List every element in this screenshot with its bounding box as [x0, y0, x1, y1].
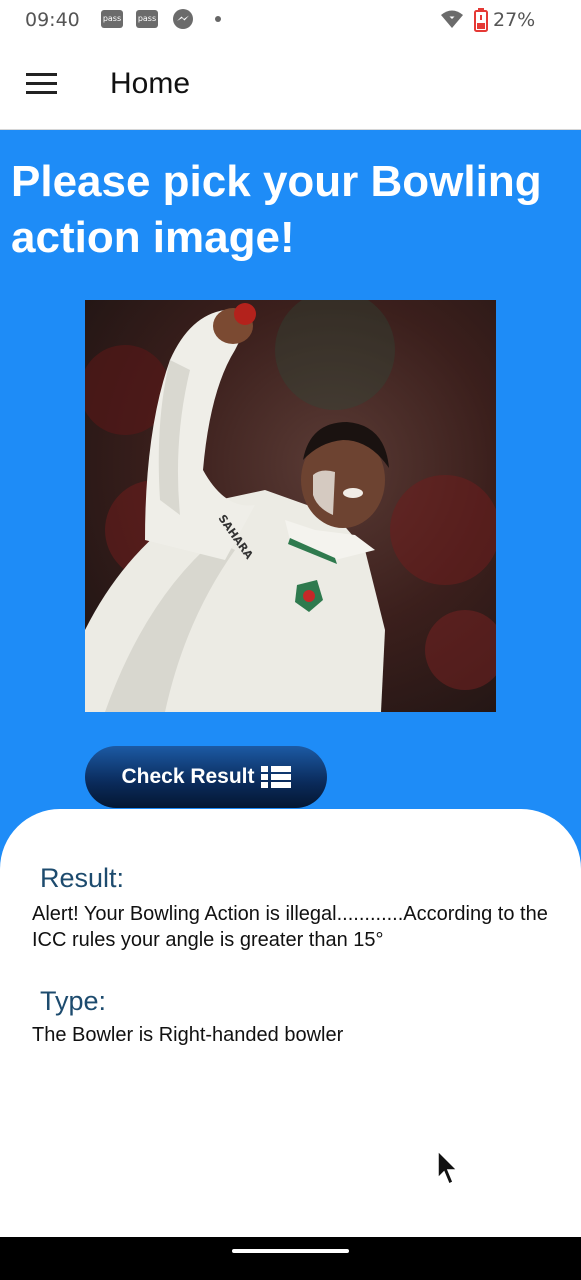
status-time: 09:40	[25, 9, 80, 31]
dot-icon	[215, 16, 221, 22]
page-title: Home	[110, 67, 191, 100]
type-label: Type:	[40, 986, 107, 1016]
check-result-label: Check Result	[121, 765, 255, 788]
hamburger-menu-icon[interactable]	[26, 73, 58, 97]
battery-percent: 27%	[493, 9, 536, 31]
pass-icon: pass	[136, 10, 158, 28]
bowling-action-image[interactable]: SAHARA	[85, 300, 496, 712]
result-label: Result:	[40, 863, 125, 893]
type-text: The Bowler is Right-handed bowler	[32, 1024, 344, 1046]
wifi-icon	[441, 10, 463, 28]
pick-image-heading: Please pick your Bowling action image!	[11, 157, 542, 262]
battery-icon	[474, 8, 488, 32]
navigation-bar	[0, 1237, 581, 1280]
messenger-icon	[173, 9, 193, 29]
mouse-cursor-icon	[437, 1150, 459, 1186]
home-gesture-handle[interactable]	[232, 1249, 349, 1253]
result-panel: Result: Alert! Your Bowling Action is il…	[0, 809, 581, 1237]
app-bar: Home	[0, 40, 581, 130]
status-bar: 09:40 pass pass 27%	[0, 0, 581, 40]
pass-icon: pass	[101, 10, 123, 28]
list-icon	[260, 766, 291, 788]
bowler-photo-illustration: SAHARA	[85, 300, 496, 712]
result-text: Alert! Your Bowling Action is illegal...…	[32, 903, 548, 951]
main-content: Please pick your Bowling action image! S…	[0, 130, 581, 1237]
check-result-button[interactable]: Check Result	[85, 746, 327, 808]
